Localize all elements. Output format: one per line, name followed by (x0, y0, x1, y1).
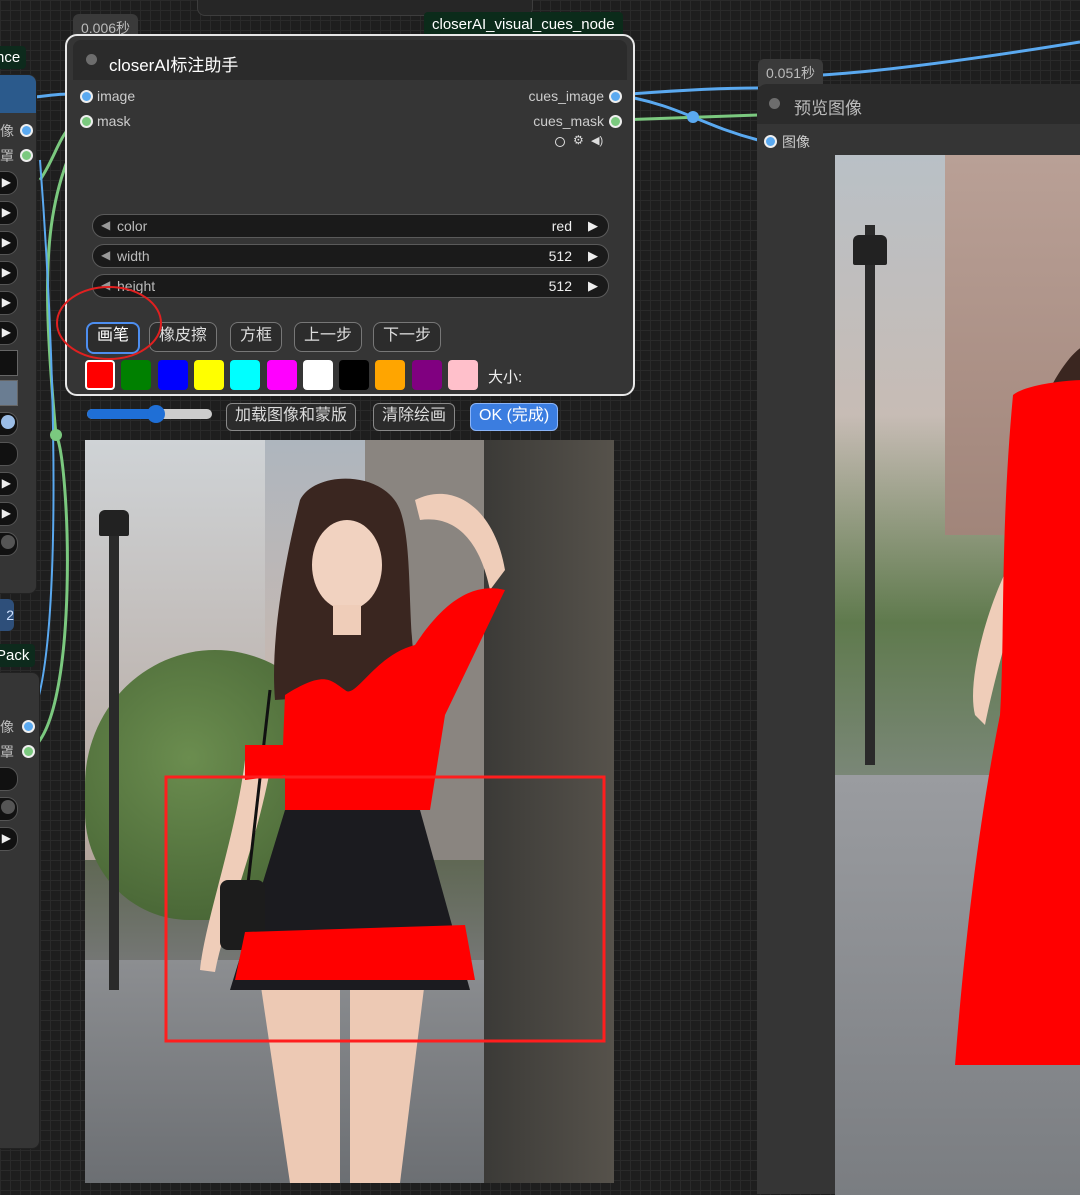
preview-figure (955, 348, 1080, 1065)
output-dot-cues-image[interactable] (609, 90, 622, 103)
annotation-layer (164, 588, 606, 1043)
highlight-circle (56, 286, 162, 360)
preview-image (835, 155, 1080, 1195)
left-slot-label: 罩 (0, 148, 14, 164)
node-status-dot[interactable] (86, 54, 97, 65)
ok-done-button[interactable]: OK (完成) (470, 403, 559, 431)
color-swatch[interactable] (85, 360, 115, 390)
slider-thumb (146, 405, 165, 423)
left-output-dot-image[interactable] (22, 720, 35, 733)
node-status-dot[interactable] (769, 98, 780, 109)
widget-label: width (117, 248, 150, 264)
left-output-dot-image[interactable] (20, 124, 33, 137)
input-label-image: image (97, 88, 136, 104)
preview-node-header[interactable]: 预览图像 (757, 84, 1080, 124)
closerai-annotation-node[interactable]: closerAI标注助手 image mask cues_image cues_… (56, 34, 635, 396)
drawing-canvas[interactable] (85, 440, 614, 1183)
color-swatch[interactable] (230, 360, 261, 390)
decrement-arrow-icon[interactable]: ◀ (101, 248, 110, 262)
output-dot-cues-mask[interactable] (609, 115, 622, 128)
increment-arrow-icon[interactable]: ▶ (588, 248, 598, 264)
left-output-dot-mask[interactable] (20, 149, 33, 162)
widget-value: 512 (548, 248, 572, 264)
left-slot-label: 罩 (0, 744, 14, 760)
preview-execution-time: 0.051秒 (758, 59, 824, 87)
left-color-box[interactable] (0, 380, 18, 406)
height-widget[interactable]: ◀ height 512 ▶ (92, 274, 609, 298)
width-widget[interactable]: ◀ width 512 ▶ (92, 244, 609, 268)
color-swatch[interactable] (411, 360, 442, 390)
color-swatch[interactable] (302, 360, 333, 390)
wire-cues-image-preview (617, 93, 759, 142)
size-label: 大小: (488, 369, 523, 386)
speaker-icon[interactable]: ◀) (591, 134, 603, 147)
node-title: closerAI标注助手 (109, 56, 239, 75)
color-swatch[interactable] (448, 360, 478, 390)
color-swatch[interactable] (375, 360, 406, 390)
gear-icon[interactable]: ⚙ (573, 133, 584, 147)
widget-label: color (117, 218, 148, 234)
wire-cues-image-out (617, 86, 759, 97)
preview-input-label: 图像 (782, 134, 810, 150)
input-dot-image[interactable] (80, 90, 93, 103)
left-node-title: Pack (0, 644, 36, 667)
wire-top-right (821, 40, 1080, 77)
preview-input-dot[interactable] (764, 135, 777, 148)
wire-reroute-dot (50, 429, 62, 441)
color-swatch[interactable] (121, 360, 152, 390)
left-slot-label: 像 (0, 123, 14, 139)
undo-button[interactable]: 上一步 (294, 322, 363, 352)
brush-size-slider[interactable] (87, 405, 212, 423)
color-widget[interactable]: ◀ color red ▶ (92, 214, 609, 238)
wire-cues-mask-out (617, 113, 759, 122)
redo-button[interactable]: 下一步 (373, 322, 442, 352)
left-slot-label: 像 (0, 719, 14, 735)
color-swatch[interactable] (266, 360, 297, 390)
status-circle-icon (555, 137, 565, 147)
left-color-box[interactable] (0, 350, 18, 376)
left-badge: 2 (0, 599, 14, 631)
preview-node-title: 预览图像 (794, 99, 862, 118)
left-node-header (0, 75, 36, 113)
box-tool-button[interactable]: 方框 (230, 322, 283, 352)
left-node-title: nce (0, 46, 27, 69)
color-swatch[interactable] (193, 360, 224, 390)
input-label-mask: mask (97, 113, 131, 129)
widget-value: red (551, 218, 572, 234)
node-header[interactable]: closerAI标注助手 (73, 40, 627, 80)
increment-arrow-icon[interactable]: ▶ (588, 278, 598, 294)
clear-drawing-button[interactable]: 清除绘画 (373, 403, 456, 431)
increment-arrow-icon[interactable]: ▶ (588, 218, 598, 234)
color-swatch[interactable] (339, 360, 370, 390)
wire-reroute-dot (687, 111, 699, 123)
decrement-arrow-icon[interactable]: ◀ (101, 218, 110, 232)
output-label-cues-image: cues_image (528, 88, 605, 104)
color-swatch[interactable] (157, 360, 188, 390)
input-dot-mask[interactable] (80, 115, 93, 128)
output-label-cues-mask: cues_mask (533, 113, 604, 129)
left-output-dot-mask[interactable] (22, 745, 35, 758)
widget-value: 512 (548, 278, 572, 294)
load-image-mask-button[interactable]: 加载图像和蒙版 (226, 403, 357, 431)
